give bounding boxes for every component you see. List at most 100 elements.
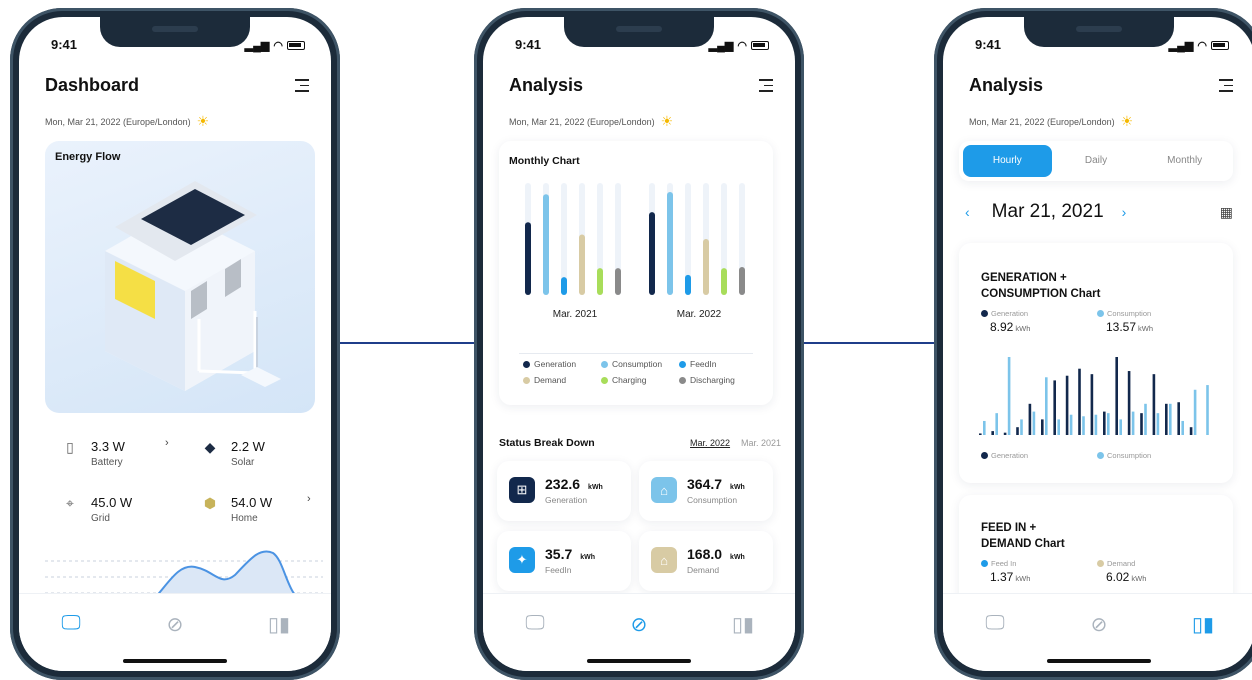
tab-reports[interactable]: ▯▮ xyxy=(259,612,299,671)
tab-reports[interactable]: ▯▮ xyxy=(1183,612,1223,671)
grid-tower-icon: ⌖ xyxy=(66,495,74,511)
legend-generation: Generation xyxy=(523,359,601,369)
chart-legend: Generation xyxy=(981,451,1028,460)
status-breakdown-title: Status Break Down xyxy=(499,437,595,449)
signal-icon: ▂▄▆ xyxy=(244,39,270,52)
bar-discharging xyxy=(615,268,621,295)
bar-generation xyxy=(1041,419,1044,435)
menu-icon[interactable] xyxy=(759,79,773,96)
bar-generation xyxy=(979,433,982,435)
category-label: Mar. 2022 xyxy=(677,309,722,320)
menu-icon[interactable] xyxy=(295,79,309,96)
bar-generation xyxy=(991,431,994,435)
bar-chart-icon: ▯▮ xyxy=(731,614,754,636)
bar-consumption xyxy=(1193,389,1197,435)
status-time: 9:41 xyxy=(515,37,542,52)
bar-consumption xyxy=(1107,413,1110,435)
wifi-icon: ◠ xyxy=(737,39,747,52)
chevron-right-icon[interactable]: › xyxy=(307,493,311,505)
monitor-icon: 🖵 xyxy=(525,612,545,634)
bar-generation xyxy=(1177,402,1180,435)
signal-icon: ▂▄▆ xyxy=(1168,39,1194,52)
bar-consumption xyxy=(1045,377,1048,435)
status-time: 9:41 xyxy=(51,37,78,52)
battery-status-icon xyxy=(287,40,305,50)
stat-grid[interactable]: ⌖ 45.0 W Grid xyxy=(59,495,132,524)
bar-generation xyxy=(1028,403,1032,435)
menu-icon[interactable] xyxy=(1219,79,1233,96)
chart-legend: Consumption xyxy=(1097,451,1151,460)
legend-demand: Demand xyxy=(523,375,601,385)
tile-consumption[interactable]: ⌂ 364.7 kWh Consumption xyxy=(639,461,773,521)
calendar-icon[interactable]: ▦ xyxy=(1220,204,1233,221)
tile-feedin[interactable]: ✦ 35.7 kWh FeedIn xyxy=(497,531,631,591)
showcase-stage: 9:41 ▂▄▆ ◠ Dashboard Mon, Mar 21, 2022 (E… xyxy=(0,0,1252,680)
monthly-chart-card: Monthly Chart Mar. 2021 Mar. 2022 Generat… xyxy=(499,141,773,405)
date-label: Mon, Mar 21, 2022 (Europe/London) ☀ xyxy=(45,113,210,129)
legend-discharging: Discharging xyxy=(679,375,749,385)
category-label: Mar. 2021 xyxy=(553,309,598,320)
bar-generation xyxy=(1078,368,1081,435)
tab-dashboard[interactable]: 🖵 xyxy=(51,612,91,671)
home-icon: ⌂ xyxy=(651,477,677,503)
stat-home[interactable]: ⬢ 54.0 W Home xyxy=(199,495,272,524)
bar-generation xyxy=(1103,411,1106,435)
screen: 9:41 ▂▄▆ ◠ Analysis Mon, Mar 21, 2022 (Eu… xyxy=(483,17,795,671)
screen: 9:41 ▂▄▆ ◠ Analysis Mon, Mar 21, 2022 (Eu… xyxy=(943,17,1252,671)
chevron-left-icon[interactable]: ‹ xyxy=(965,204,970,220)
tab-reports[interactable]: ▯▮ xyxy=(723,612,763,671)
bar-feedin xyxy=(685,274,691,295)
battery-icon: ▯ xyxy=(66,439,74,455)
phone-dashboard: 9:41 ▂▄▆ ◠ Dashboard Mon, Mar 21, 2022 (E… xyxy=(10,8,340,680)
bar-consumption xyxy=(1156,413,1160,435)
phone-analysis-hourly: 9:41 ▂▄▆ ◠ Analysis Mon, Mar 21, 2022 (Eu… xyxy=(934,8,1252,680)
energy-flow-card[interactable]: Energy Flow xyxy=(45,141,315,413)
period-segmented-control: Hourly Daily Monthly xyxy=(959,141,1233,181)
consumption-metric: Consumption 13.57 kWh xyxy=(1097,309,1153,334)
chevron-right-icon[interactable]: › xyxy=(165,437,169,449)
monitor-icon: 🖵 xyxy=(61,612,81,634)
bar-generation xyxy=(1127,371,1131,435)
year-tab-2022[interactable]: Mar. 2022 xyxy=(690,438,730,448)
solar-panel-icon: ⊞ xyxy=(509,477,535,503)
legend-charging: Charging xyxy=(601,375,679,385)
year-tab-2021[interactable]: Mar. 2021 xyxy=(741,438,781,448)
tab-dashboard[interactable]: 🖵 xyxy=(975,612,1015,671)
solar-panel-icon: ◆ xyxy=(204,439,216,455)
home-icon: ⬢ xyxy=(203,495,217,511)
stat-battery[interactable]: ▯ 3.3 W Battery xyxy=(59,439,125,468)
tile-generation[interactable]: ⊞ 232.6 kWh Generation xyxy=(497,461,631,521)
chevron-right-icon[interactable]: › xyxy=(1122,204,1127,220)
date-label: Mon, Mar 21, 2022 (Europe/London) ☀ xyxy=(969,113,1134,129)
hourly-bar-chart xyxy=(979,357,1209,435)
analysis-icon: ⊘ xyxy=(630,614,648,636)
selected-date: Mar 21, 2021 xyxy=(991,201,1104,222)
segment-daily[interactable]: Daily xyxy=(1052,145,1141,177)
bar-generation xyxy=(649,212,655,295)
bar-demand xyxy=(579,234,585,295)
bar-consumption xyxy=(543,194,549,295)
analysis-icon: ⊘ xyxy=(1090,614,1108,636)
bar-consumption xyxy=(983,420,986,435)
segment-monthly[interactable]: Monthly xyxy=(1140,145,1229,177)
bar-consumption xyxy=(1144,403,1147,435)
bar-consumption xyxy=(995,413,998,435)
bar-generation xyxy=(1090,374,1094,435)
battery-status-icon xyxy=(751,40,769,50)
connector-line xyxy=(338,342,478,344)
stat-solar[interactable]: ◆ 2.2 W Solar xyxy=(199,439,265,468)
tile-demand[interactable]: ⌂ 168.0 kWh Demand xyxy=(639,531,773,591)
legend-consumption: Consumption xyxy=(601,359,679,369)
bar-generation xyxy=(1115,357,1118,435)
tab-dashboard[interactable]: 🖵 xyxy=(515,612,555,671)
bar-consumption xyxy=(667,191,673,295)
bar-chart-icon: ▯▮ xyxy=(267,614,290,636)
monitor-icon: 🖵 xyxy=(985,612,1005,634)
page-title: Dashboard xyxy=(45,75,140,95)
status-bar: 9:41 ▂▄▆ ◠ xyxy=(975,37,1229,53)
bar-feedin xyxy=(561,277,567,295)
bar-consumption xyxy=(1007,357,1011,435)
bar-consumption xyxy=(1094,414,1098,435)
divider xyxy=(519,353,753,354)
segment-hourly[interactable]: Hourly xyxy=(963,145,1052,177)
